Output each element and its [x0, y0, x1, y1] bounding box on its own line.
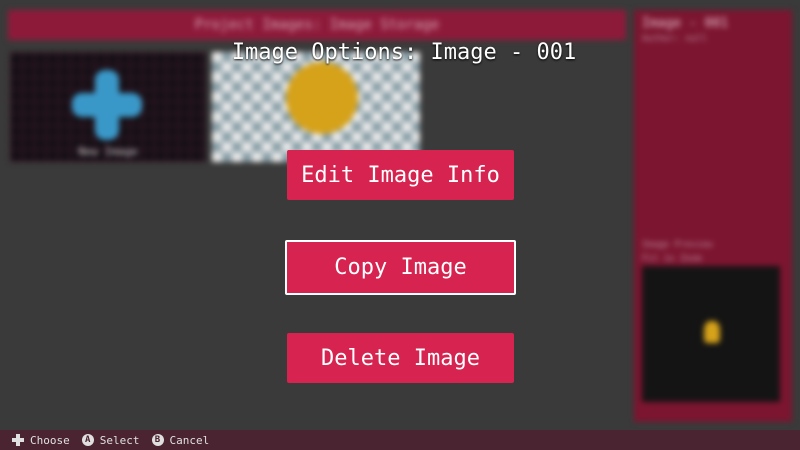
sprite-icon: [704, 321, 720, 343]
storage-title: Project Images: Image Storage: [194, 17, 440, 33]
new-image-label: New Image: [78, 145, 138, 158]
hint-cancel-label: Cancel: [169, 433, 210, 447]
image-info-panel: Image - 001 Author: null Image Preview F…: [634, 10, 792, 422]
delete-image-button[interactable]: Delete Image: [287, 333, 514, 383]
panel-title: Image - 001: [642, 16, 729, 31]
plus-icon: [72, 70, 142, 140]
b-button-icon: B: [151, 434, 164, 446]
edit-image-info-button[interactable]: Edit Image Info: [287, 150, 514, 200]
dpad-icon: [12, 434, 24, 446]
hint-cancel: B Cancel: [151, 433, 210, 447]
hint-select: A Select: [81, 433, 140, 447]
smiley-face-icon: [286, 62, 358, 134]
storage-header: Project Images: Image Storage: [8, 10, 626, 40]
copy-image-button[interactable]: Copy Image: [285, 240, 516, 295]
control-hints-bar: Choose A Select B Cancel: [0, 430, 800, 450]
image-thumbnail: [212, 52, 420, 162]
edit-image-info-label: Edit Image Info: [301, 162, 500, 188]
hint-choose: Choose: [12, 434, 70, 447]
copy-image-label: Copy Image: [334, 255, 467, 280]
preview-label: Image Preview: [642, 240, 713, 250]
hint-choose-label: Choose: [30, 433, 70, 447]
modal-title: Image Options: Image - 001: [231, 40, 577, 65]
image-preview: [642, 266, 780, 402]
new-image-tile: New Image: [10, 52, 206, 162]
hint-select-label: Select: [99, 433, 140, 447]
delete-image-label: Delete Image: [321, 345, 480, 371]
preview-options: Fit 1x Zoom: [642, 254, 702, 264]
a-button-icon: A: [81, 434, 94, 446]
